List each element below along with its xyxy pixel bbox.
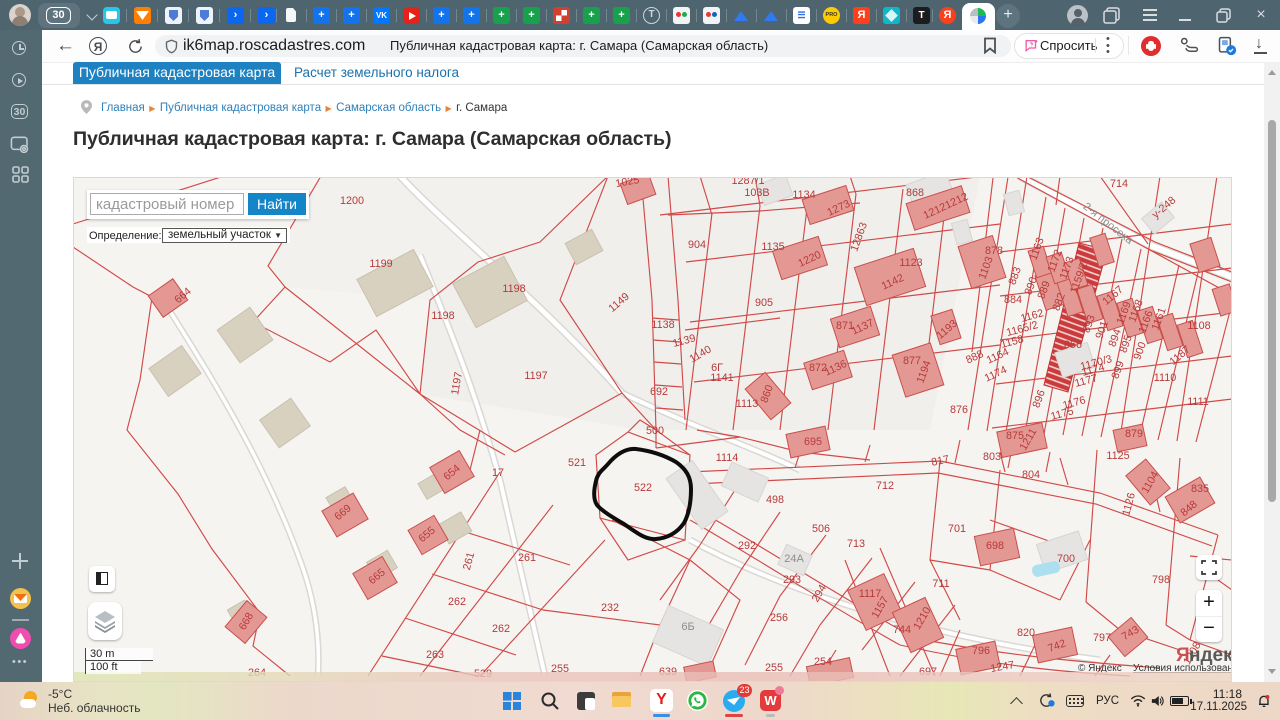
svg-text:292: 292 [738,540,756,552]
svg-text:262: 262 [448,596,466,608]
svg-text:1200: 1200 [340,195,364,207]
svg-text:1125: 1125 [1106,450,1129,462]
svg-text:24А: 24А [784,553,804,565]
svg-text:1110: 1110 [1154,372,1176,384]
svg-text:876: 876 [950,404,968,416]
svg-text:262: 262 [492,623,510,635]
svg-text:1113: 1113 [736,398,758,410]
svg-text:714: 714 [1110,178,1128,190]
svg-text:820: 820 [1017,627,1035,639]
svg-text:1197: 1197 [524,370,547,382]
svg-text:256: 256 [770,612,788,624]
svg-text:254: 254 [814,656,832,668]
svg-text:6Г: 6Г [711,362,723,374]
svg-text:500: 500 [646,425,664,437]
svg-text:1198: 1198 [502,283,525,295]
svg-text:1287/1: 1287/1 [731,177,764,187]
svg-text:1138: 1138 [651,319,674,331]
svg-text:692: 692 [650,386,668,398]
svg-text:877: 877 [903,355,921,367]
svg-text:522: 522 [634,482,652,494]
svg-text:798: 798 [1152,574,1170,586]
svg-text:904: 904 [688,239,706,251]
svg-text:856: 856 [1064,339,1082,351]
svg-text:263: 263 [426,649,444,661]
svg-text:700: 700 [1057,553,1075,565]
svg-text:868: 868 [906,187,924,199]
svg-text:804: 804 [1022,469,1040,481]
svg-text:261: 261 [518,552,536,564]
svg-text:1199: 1199 [369,258,392,270]
svg-text:6Б: 6Б [681,621,694,633]
svg-text:835: 835 [1191,483,1209,495]
svg-text:878: 878 [985,245,1003,257]
svg-text:506: 506 [812,523,830,535]
svg-text:1123: 1123 [899,257,922,269]
svg-text:797: 797 [1093,632,1111,644]
svg-text:232: 232 [601,602,619,614]
svg-text:695: 695 [804,436,822,448]
svg-text:803: 803 [983,451,1001,463]
svg-text:1114: 1114 [716,452,738,464]
svg-text:1111: 1111 [1187,396,1209,408]
svg-text:1108: 1108 [1187,320,1210,332]
svg-text:884: 884 [1004,294,1022,306]
svg-text:698: 698 [986,540,1004,552]
svg-text:879: 879 [1125,428,1143,440]
svg-text:103В: 103В [744,187,769,199]
svg-text:1198: 1198 [431,310,454,322]
svg-text:712: 712 [876,480,894,492]
svg-text:17: 17 [492,467,504,479]
svg-text:796: 796 [972,645,990,657]
svg-text:713: 713 [847,538,865,550]
svg-text:521: 521 [568,457,586,469]
svg-text:1135: 1135 [761,241,784,253]
svg-text:293: 293 [783,574,801,586]
svg-text:905: 905 [755,297,773,309]
svg-text:498: 498 [766,494,784,506]
svg-text:1134: 1134 [792,189,815,201]
svg-text:744: 744 [893,624,911,636]
svg-text:711: 711 [932,578,949,590]
svg-text:701: 701 [948,523,966,535]
